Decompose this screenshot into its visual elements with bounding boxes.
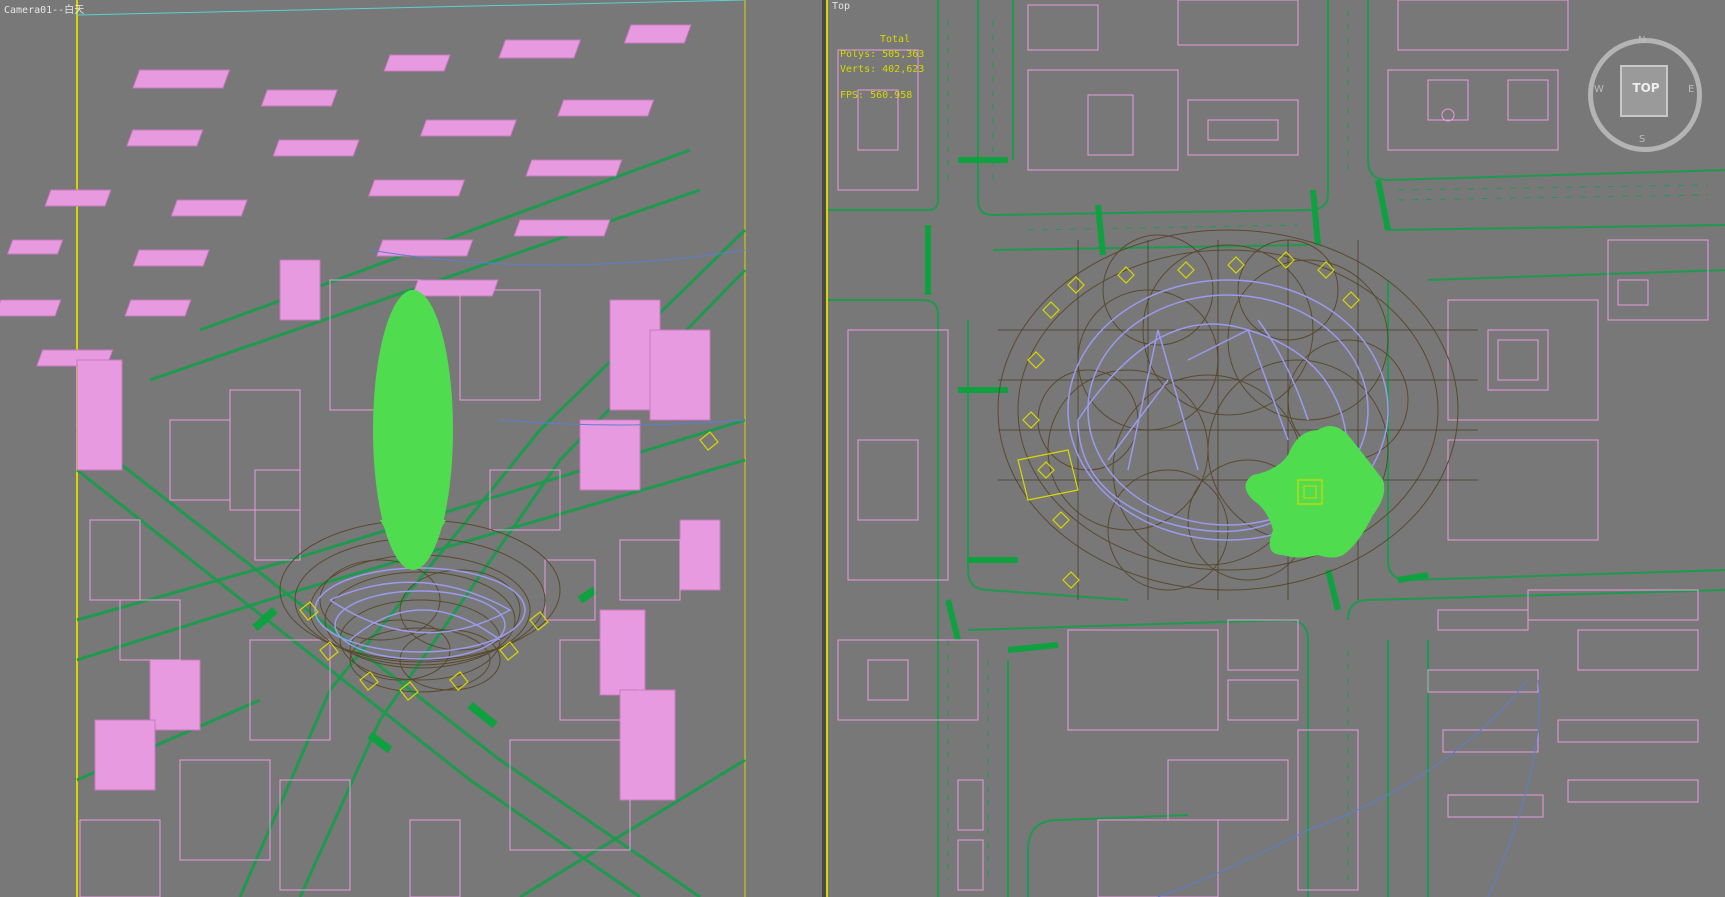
top-viewport[interactable]: Top Total Polys: 505,363 Verts: 402,623 …: [826, 0, 1725, 897]
building-blocks: [0, 24, 721, 801]
star-fountain: [1245, 426, 1385, 558]
house-rows: [1427, 108, 1699, 818]
stats-total-label: Total: [880, 34, 911, 45]
stats-fps: FPS: 560.958: [840, 90, 913, 101]
selected-lights: [299, 431, 719, 701]
perspective-scene: [0, 0, 747, 897]
viewcube-face-label: TOP: [1632, 81, 1660, 95]
viewport-label[interactable]: Camera01--白天: [4, 1, 84, 16]
compass-east: E: [1688, 84, 1695, 95]
stats-polys: Polys: 505,363: [840, 49, 925, 60]
compass-north: N: [1638, 35, 1646, 46]
statistics-overlay: Total Polys: 505,363 Verts: 402,623 FPS:…: [840, 32, 924, 103]
camera-viewport[interactable]: Camera01--白天: [0, 0, 822, 897]
stats-verts: Verts: 402,623: [840, 64, 925, 75]
viewcube[interactable]: TOP N W E S: [1588, 35, 1702, 152]
crosswalks: [925, 157, 1429, 653]
crosswalks: [252, 586, 598, 754]
compass-west: W: [1594, 84, 1604, 95]
compass-south: S: [1639, 134, 1646, 145]
viewport-label[interactable]: Top: [832, 1, 850, 12]
